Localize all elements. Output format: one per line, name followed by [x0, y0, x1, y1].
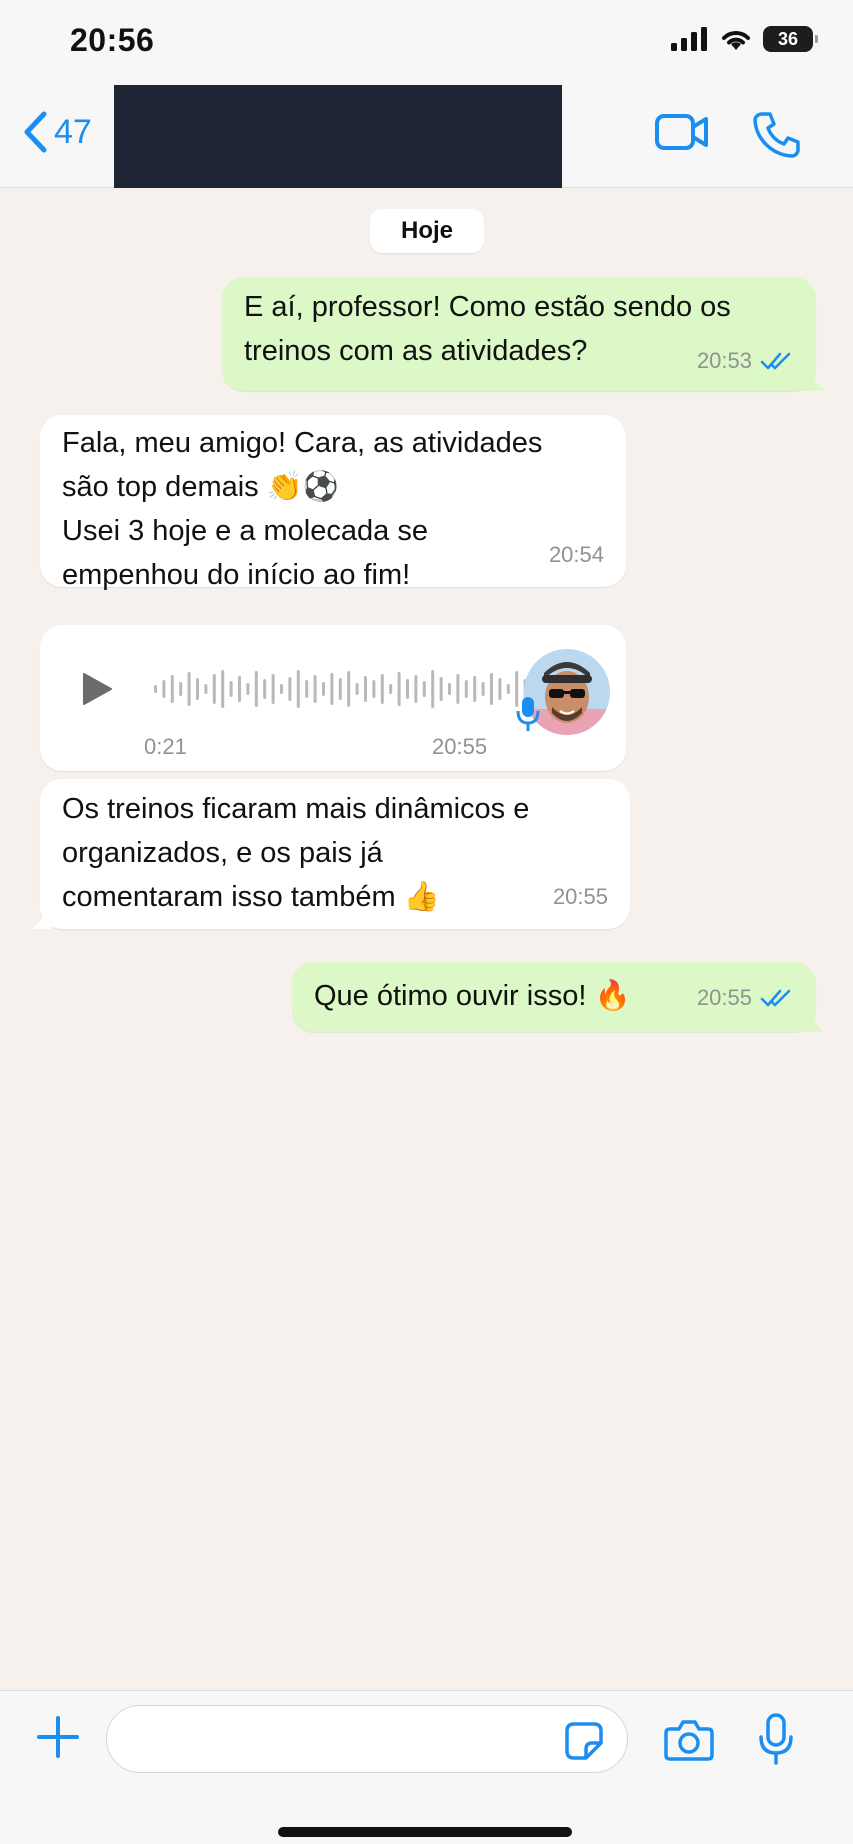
message-text: E aí, professor! Como estão sendo os tre…: [244, 291, 731, 367]
waveform-bar: [187, 672, 191, 706]
message-meta: 20:54: [549, 533, 604, 577]
waveform-bar: [347, 671, 351, 707]
voice-call-button[interactable]: [752, 110, 800, 163]
waveform-bar: [221, 670, 225, 708]
date-chip: Hoje: [370, 209, 484, 253]
message-time: 20:55: [552, 884, 608, 909]
message-time: 20:53: [696, 348, 752, 373]
waveform-bar: [389, 684, 393, 694]
attach-button[interactable]: [36, 1715, 80, 1764]
waveform-bar: [498, 678, 502, 700]
chat-area[interactable]: Hoje E aí, professor! Como estão sendo o…: [0, 189, 853, 1689]
message-bubble-incoming[interactable]: Fala, meu amigo! Cara, as atividades são…: [40, 415, 626, 591]
contact-name-redacted[interactable]: [114, 85, 562, 188]
waveform-bar: [406, 679, 409, 699]
message-text: Os treinos ficaram mais dinâmicos e orga…: [62, 793, 530, 913]
video-camera-icon: [655, 114, 708, 150]
read-receipt-icon: [760, 989, 791, 1007]
waveform-bar: [296, 670, 300, 708]
voice-message-bubble[interactable]: 0:21 20:55: [40, 625, 626, 771]
message-bubble-incoming[interactable]: Os treinos ficaram mais dinâmicos e orga…: [32, 779, 630, 929]
camera-icon: [664, 1720, 714, 1761]
waveform-bar: [397, 672, 401, 706]
waveform-bar: [322, 682, 325, 696]
message-time: 20:55: [432, 734, 488, 759]
message-meta: 20:55: [553, 875, 608, 919]
status-time: 20:56: [70, 22, 155, 58]
waveform-bar: [263, 679, 267, 699]
waveform-bar: [448, 683, 451, 695]
waveform-bar: [313, 675, 317, 703]
waveform-bar: [229, 681, 233, 697]
waveform-bar: [456, 674, 460, 704]
message-input-bar: [0, 1690, 853, 1844]
camera-button[interactable]: [664, 1719, 714, 1766]
waveform-bar: [238, 676, 241, 702]
voice-waveform[interactable]: [150, 665, 536, 713]
microphone-button[interactable]: [758, 1713, 794, 1770]
message-meta: 20:55: [697, 976, 792, 1020]
video-call-button[interactable]: [654, 112, 710, 157]
waveform-bar: [481, 682, 485, 696]
status-bar: 20:56 36: [0, 0, 853, 80]
waveform-bar: [372, 680, 376, 698]
battery-icon: 36: [763, 26, 818, 52]
read-receipt-icon: [760, 352, 791, 370]
back-button[interactable]: 47: [22, 110, 92, 154]
play-icon: [83, 673, 112, 705]
message-time: 20:54: [548, 542, 604, 567]
waveform-bar: [364, 676, 367, 702]
status-icons: 36: [671, 26, 818, 52]
message-bubble-outgoing[interactable]: E aí, professor! Como estão sendo os tre…: [222, 277, 824, 391]
waveform-bar: [414, 675, 418, 703]
waveform-bar: [422, 681, 426, 697]
message-time: 20:55: [696, 985, 752, 1010]
chevron-left-icon: [24, 111, 47, 153]
waveform-bar: [431, 670, 435, 708]
unread-count: 47: [54, 112, 92, 151]
waveform-bar: [338, 678, 342, 700]
waveform-bar: [204, 684, 208, 694]
waveform-bar: [490, 673, 493, 705]
play-button[interactable]: [80, 671, 114, 720]
waveform-bar: [288, 677, 292, 701]
message-text: Fala, meu amigo! Cara, as atividades são…: [62, 427, 543, 591]
microphone-icon: [759, 1713, 793, 1765]
waveform-bar: [473, 676, 477, 702]
waveform-bar: [179, 682, 183, 696]
phone-icon: [753, 112, 800, 158]
microphone-badge-icon: [516, 695, 540, 746]
waveform-bar: [506, 684, 510, 694]
waveform-bar: [196, 678, 199, 700]
waveform-bar: [280, 684, 283, 694]
waveform-bar: [439, 677, 443, 701]
home-indicator: [278, 1827, 572, 1837]
voice-duration: 0:21: [144, 734, 187, 759]
signal-icon: [671, 27, 707, 51]
waveform-bar: [464, 680, 468, 698]
waveform-bar: [380, 674, 384, 704]
waveform-bar: [170, 675, 174, 703]
waveform-bar: [330, 673, 334, 705]
message-input[interactable]: [106, 1705, 628, 1773]
message-meta: 20:53: [697, 339, 792, 383]
waveform-bar: [355, 683, 359, 695]
chat-header: 47: [0, 80, 853, 188]
sticker-icon: [565, 1722, 603, 1760]
message-bubble-outgoing[interactable]: Que ótimo ouvir isso! 🔥 20:55: [292, 962, 824, 1032]
waveform-bar: [271, 674, 275, 704]
wifi-icon: [722, 31, 750, 50]
waveform-bar: [246, 683, 250, 695]
sticker-button[interactable]: [564, 1721, 604, 1766]
waveform-bar: [162, 680, 166, 698]
waveform-bar: [305, 680, 309, 698]
message-text: Que ótimo ouvir isso! 🔥: [314, 980, 631, 1012]
plus-icon: [37, 1716, 79, 1758]
waveform-bar: [254, 671, 258, 707]
waveform-bar: [154, 685, 157, 693]
waveform-bar: [212, 674, 216, 704]
